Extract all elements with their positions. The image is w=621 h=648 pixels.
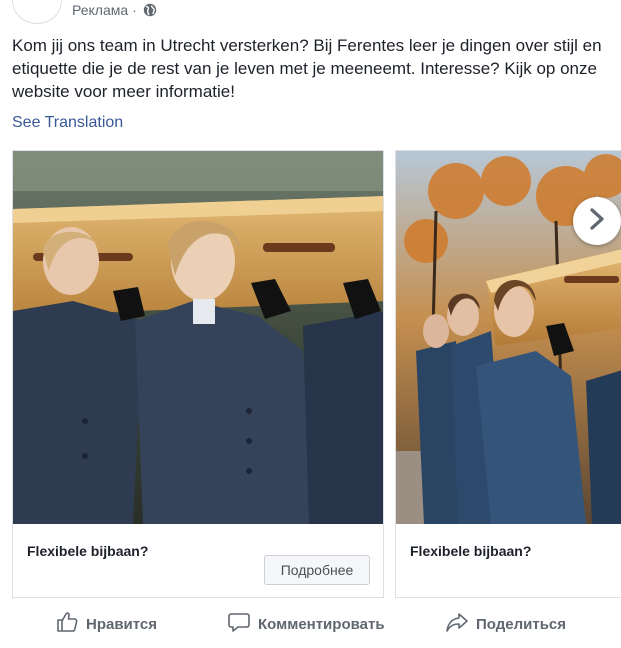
thumbs-up-icon (56, 611, 86, 637)
comment-button[interactable]: Комментировать (228, 606, 385, 642)
like-label: Нравится (86, 615, 158, 633)
separator-dot: · (132, 2, 137, 18)
comment-bubble-icon (228, 611, 258, 637)
page-avatar[interactable] (12, 0, 62, 24)
sponsored-row: Реклама · (72, 2, 157, 18)
globe-icon[interactable] (143, 3, 157, 17)
share-button[interactable]: Поделиться (446, 606, 566, 642)
see-translation-link[interactable]: See Translation (12, 114, 123, 132)
sponsored-label[interactable]: Реклама (72, 2, 128, 18)
card-title[interactable]: Flexibele bijbaan? (410, 543, 531, 559)
share-arrow-icon (446, 611, 476, 637)
share-label: Поделиться (476, 615, 567, 633)
card-title[interactable]: Flexibele bijbaan? (27, 543, 148, 559)
card-image-pallbearers-women[interactable] (13, 151, 383, 524)
comment-label: Комментировать (258, 615, 385, 633)
post-message: Kom jij ons team in Utrecht versterken? … (12, 36, 602, 101)
carousel-card-1[interactable]: Flexibele bijbaan? Подробнее (12, 150, 384, 598)
ad-carousel: Flexibele bijbaan? Подробнее Flexibele b… (12, 150, 621, 600)
learn-more-button[interactable]: Подробнее (264, 555, 370, 585)
post-actions-bar: Нравится Комментировать Поделиться (0, 606, 621, 642)
carousel-next-button[interactable] (573, 197, 621, 245)
like-button[interactable]: Нравится (56, 606, 157, 642)
chevron-right-icon (589, 207, 605, 235)
post-header: Реклама · (0, 0, 621, 24)
